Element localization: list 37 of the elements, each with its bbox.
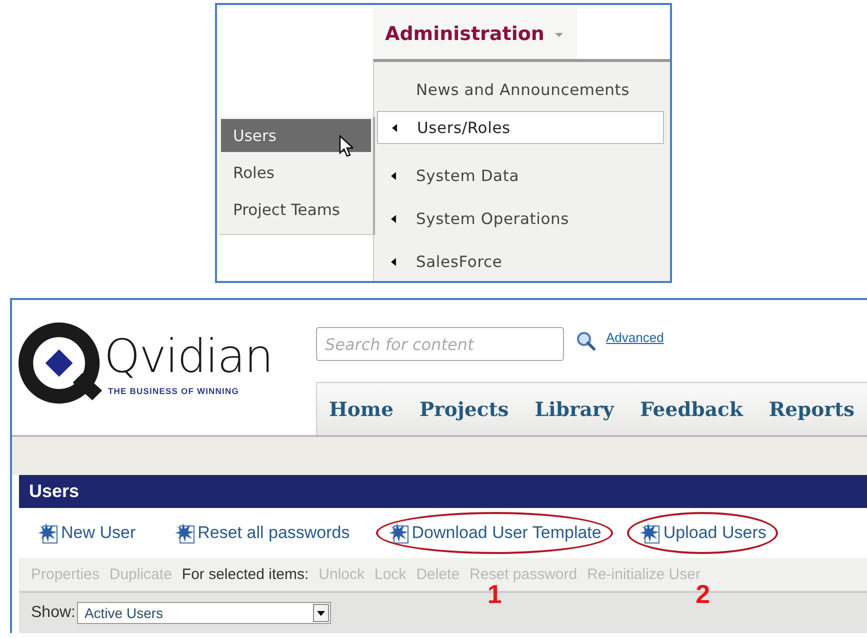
arrow-icon — [391, 172, 396, 180]
nav-tab[interactable]: Projects — [419, 398, 509, 420]
user-document-icon — [174, 522, 196, 544]
user-document-icon — [639, 522, 662, 544]
toolbar-button[interactable]: Reset all passwords — [162, 512, 362, 554]
arrow-icon — [391, 258, 396, 266]
step-number: 1 — [487, 582, 502, 606]
filter-dropdown[interactable]: Active Users — [77, 602, 332, 624]
cursor-icon — [339, 135, 353, 157]
toolbar-button[interactable]: New User — [25, 512, 148, 554]
search-icon[interactable] — [576, 331, 596, 351]
menu-item[interactable]: Project Teams — [219, 191, 373, 228]
menu-item[interactable]: SalesForce — [377, 240, 664, 283]
advanced-link[interactable]: Advanced — [606, 330, 664, 345]
actions-label: For selected items: — [182, 566, 309, 583]
menu-item[interactable]: Users — [221, 119, 371, 152]
menu-item[interactable]: Users/Roles — [377, 111, 664, 144]
filter-label: Show: — [31, 604, 76, 622]
logo-name: Qvidian — [104, 328, 273, 385]
user-document-icon — [388, 522, 410, 544]
search-field[interactable]: Search for content — [316, 327, 564, 361]
panel-title: Users — [19, 475, 867, 508]
menu-tab[interactable]: Administration — [373, 7, 577, 59]
arrow-icon — [391, 214, 396, 222]
menu-item[interactable]: News and Announcements — [377, 68, 664, 111]
arrow-icon — [392, 124, 397, 132]
nav-tab[interactable]: Reports — [768, 398, 854, 420]
nav-tab[interactable]: Library — [534, 398, 614, 420]
user-document-icon — [37, 522, 59, 544]
step-number: 2 — [696, 582, 710, 606]
nav-tab[interactable]: Home — [329, 398, 394, 420]
nav-tab[interactable]: Feedback — [640, 398, 743, 420]
menu-item[interactable]: System Data — [377, 154, 664, 197]
menu-item[interactable]: Roles — [219, 154, 373, 191]
caret-icon — [554, 32, 564, 38]
logo-tagline: THE BUSINESS OF WINNING — [108, 386, 240, 396]
menu-item[interactable]: System Operations — [377, 197, 664, 240]
